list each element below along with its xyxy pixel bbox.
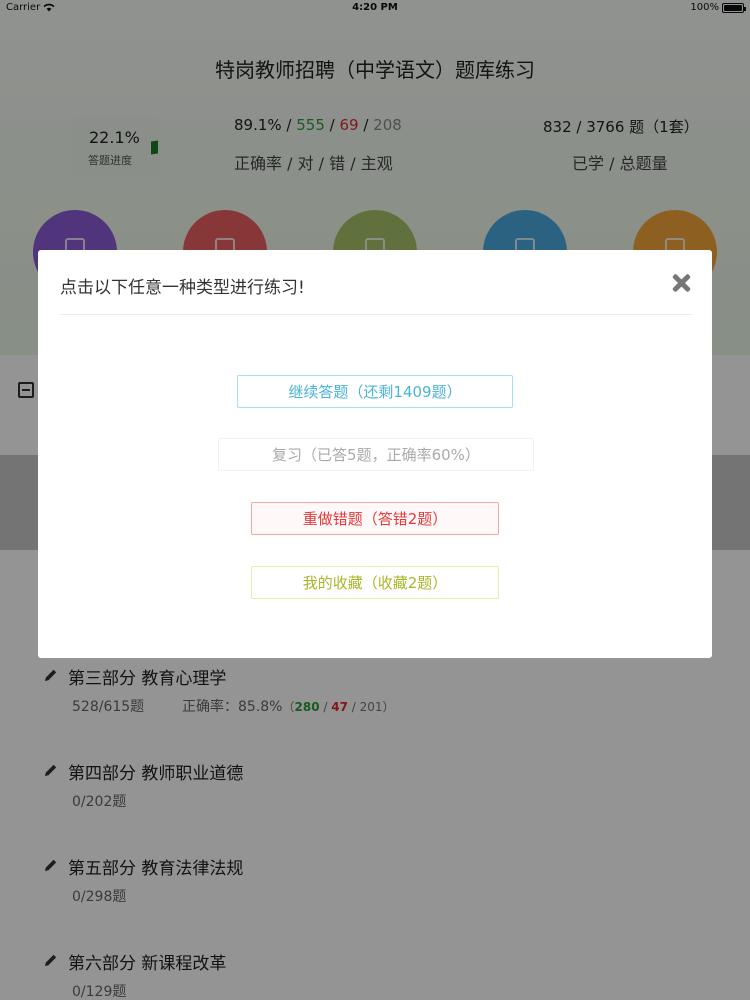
redo-wrong-button[interactable]: 重做错题（答错2题）: [251, 502, 499, 535]
review-button[interactable]: 复习（已答5题，正确率60%）: [218, 438, 534, 471]
continue-button[interactable]: 继续答题（还剩1409题）: [237, 375, 513, 408]
favorites-button[interactable]: 我的收藏（收藏2题）: [251, 566, 499, 599]
divider: [60, 314, 692, 315]
practice-type-dialog: 点击以下任意一种类型进行练习! 继续答题（还剩1409题） 复习（已答5题，正确…: [38, 250, 712, 658]
close-icon[interactable]: [670, 272, 692, 294]
dialog-title: 点击以下任意一种类型进行练习!: [60, 278, 305, 298]
